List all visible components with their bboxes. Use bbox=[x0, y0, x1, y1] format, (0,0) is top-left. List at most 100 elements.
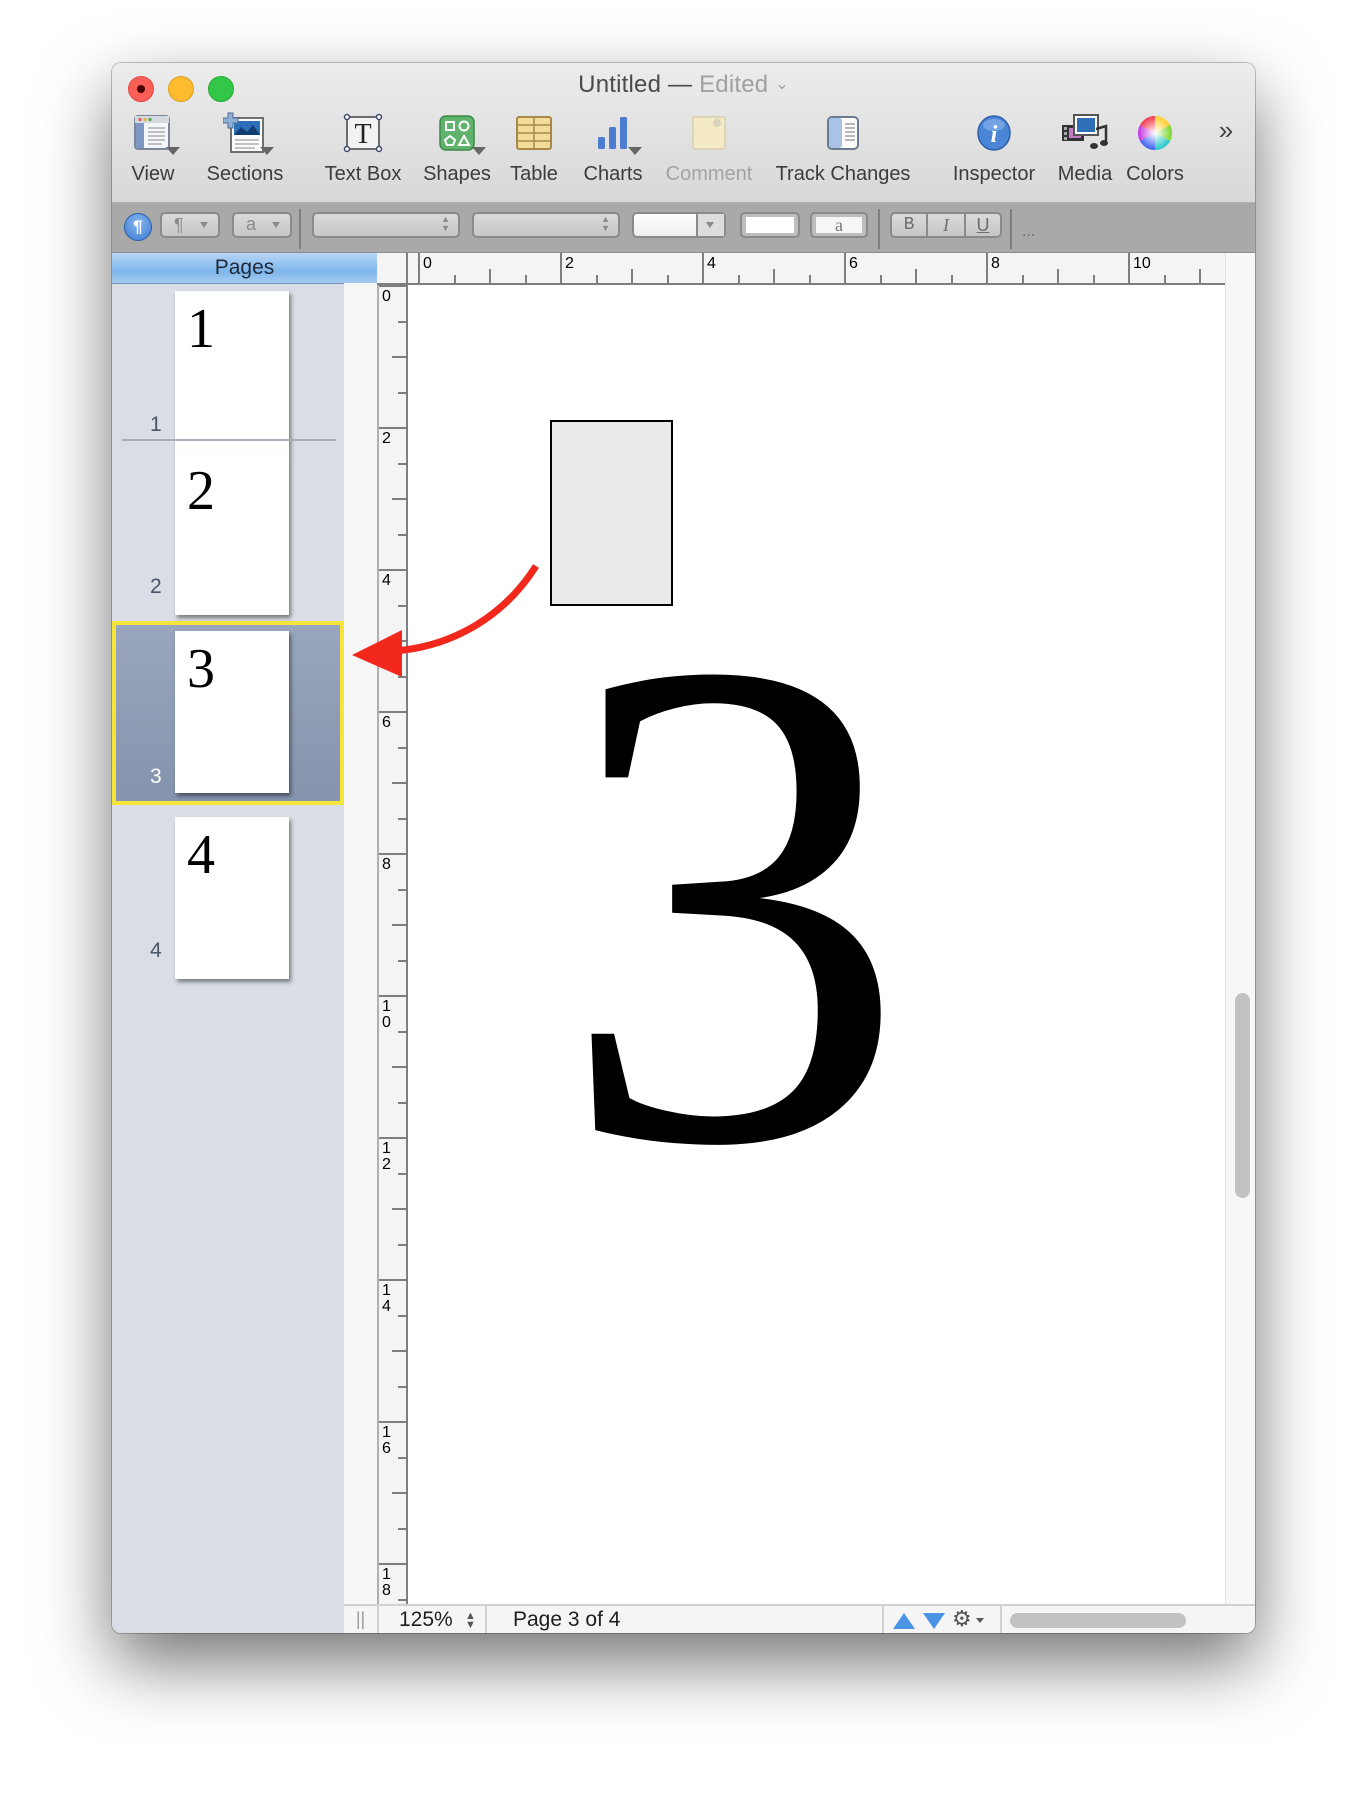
shapes-icon bbox=[439, 115, 475, 151]
toolbar-colors-label: Colors bbox=[1126, 163, 1184, 185]
dropdown-caret-icon bbox=[166, 147, 180, 155]
next-page-arrow-icon[interactable] bbox=[922, 1612, 946, 1630]
toolbar-view-label: View bbox=[131, 163, 175, 185]
dropdown-caret-icon bbox=[472, 147, 486, 155]
ruler-tick bbox=[453, 275, 456, 283]
ruler-label: 12 bbox=[382, 1140, 391, 1173]
toolbar-colors-button[interactable]: Colors bbox=[1122, 109, 1188, 199]
zoom-level-control[interactable]: 125% ▲ ▼ bbox=[377, 1606, 485, 1633]
svg-text:T: T bbox=[354, 119, 371, 150]
toolbar-table-button[interactable]: Table bbox=[504, 109, 564, 199]
font-family-popup[interactable]: ▲ ▼ bbox=[312, 212, 460, 238]
vertical-scroll-thumb[interactable] bbox=[1235, 993, 1250, 1198]
window-title[interactable]: Untitled — Edited ⌄ bbox=[112, 71, 1255, 99]
ruler-tick bbox=[398, 1172, 406, 1175]
ruler-tick bbox=[398, 533, 406, 536]
font-typeface-popup[interactable]: ▲ ▼ bbox=[472, 212, 620, 238]
page-number-text[interactable]: 3 bbox=[558, 553, 908, 1253]
view-icon bbox=[134, 115, 170, 150]
page-thumbnail-4[interactable]: 4 4 bbox=[112, 809, 344, 979]
ruler-tick bbox=[379, 1279, 406, 1281]
character-style-popup[interactable]: a bbox=[232, 212, 292, 238]
previous-page-arrow-icon[interactable] bbox=[892, 1612, 916, 1630]
more-format-options-button[interactable]: ... bbox=[1022, 223, 1035, 241]
ruler-tick bbox=[773, 269, 775, 283]
page-indicator: Page 3 of 4 bbox=[485, 1606, 759, 1633]
toolbar-comment-label: Comment bbox=[665, 163, 753, 185]
page-number-label: 2 bbox=[150, 575, 162, 598]
dropdown-caret-icon bbox=[272, 222, 280, 228]
ruler-tick bbox=[702, 253, 704, 283]
ruler-tick bbox=[1092, 275, 1095, 283]
paragraph-styles-button[interactable]: ¶ bbox=[124, 213, 152, 241]
horizontal-ruler[interactable]: 0 2 4 6 8 10 bbox=[408, 253, 1232, 285]
toolbar-text-box-button[interactable]: T Text Box bbox=[320, 109, 406, 199]
media-icon bbox=[1062, 114, 1108, 149]
ruler-tick bbox=[879, 275, 882, 283]
page-count-label: Page 3 of 4 bbox=[513, 1608, 621, 1631]
ruler-tick bbox=[379, 1137, 406, 1139]
ruler-tick bbox=[915, 269, 917, 283]
ruler-tick bbox=[398, 1314, 406, 1317]
title-bar: Untitled — Edited ⌄ View Sections T Text… bbox=[112, 63, 1255, 203]
page-thumbnail-1[interactable]: 1 1 bbox=[112, 283, 344, 453]
divider bbox=[1010, 209, 1012, 249]
ruler-tick bbox=[418, 253, 420, 283]
toolbar-media-button[interactable]: Media bbox=[1050, 109, 1120, 199]
horizontal-scroll-thumb[interactable] bbox=[1010, 1613, 1186, 1628]
underline-button[interactable]: U bbox=[964, 212, 1002, 238]
ruler-tick bbox=[398, 462, 406, 465]
font-size-combo[interactable] bbox=[632, 212, 726, 238]
toolbar-comment-button[interactable]: Comment bbox=[662, 109, 756, 199]
ruler-tick bbox=[1128, 253, 1130, 283]
ruler-tick bbox=[379, 853, 406, 855]
ruler-tick bbox=[398, 320, 406, 323]
toolbar-charts-button[interactable]: Charts bbox=[578, 109, 648, 199]
ruler-tick bbox=[379, 711, 406, 713]
ruler-tick bbox=[379, 427, 406, 429]
text-color-well[interactable]: a bbox=[810, 212, 868, 238]
ruler-tick bbox=[398, 746, 406, 749]
status-bar: || 125% ▲ ▼ Page 3 of 4 ⚙ bbox=[344, 1604, 1255, 1633]
sidebar-divider[interactable] bbox=[344, 283, 377, 1633]
ruler-tick bbox=[398, 675, 406, 678]
paragraph-style-popup[interactable]: ¶ bbox=[160, 212, 220, 238]
page-separator bbox=[122, 439, 336, 441]
text-box-icon: T bbox=[343, 113, 383, 153]
toolbar-inspector-button[interactable]: i Inspector bbox=[946, 109, 1042, 199]
page-number-label: 4 bbox=[150, 939, 162, 962]
highlight-color-well[interactable] bbox=[740, 212, 800, 238]
bold-button[interactable]: B bbox=[890, 212, 928, 238]
toolbar-shapes-button[interactable]: Shapes bbox=[420, 109, 494, 199]
ruler-label: 2 bbox=[382, 430, 391, 447]
vertical-ruler[interactable]: 0 2 4 6 8 10 12 14 16 18 bbox=[377, 285, 408, 1605]
vertical-scrollbar[interactable] bbox=[1225, 253, 1255, 1605]
dropdown-caret-icon bbox=[628, 147, 642, 155]
ruler-tick bbox=[844, 253, 846, 283]
pages-window: Untitled — Edited ⌄ View Sections T Text… bbox=[112, 63, 1255, 1633]
dropdown-caret-icon bbox=[260, 147, 274, 155]
comment-icon bbox=[692, 116, 726, 150]
dropdown-caret-icon bbox=[976, 1618, 984, 1623]
charts-icon bbox=[598, 117, 627, 149]
toolbar-track-changes-button[interactable]: Track Changes bbox=[770, 109, 916, 199]
toolbar-overflow-button[interactable]: » bbox=[1210, 115, 1242, 205]
svg-text:i: i bbox=[991, 122, 998, 148]
document-canvas[interactable]: 3 bbox=[408, 285, 1225, 1605]
toolbar-sections-button[interactable]: Sections bbox=[204, 109, 286, 199]
ruler-tick bbox=[379, 285, 406, 287]
page-navigation: ⚙ bbox=[882, 1606, 1000, 1633]
page-thumbnail-2[interactable]: 2 2 bbox=[112, 445, 344, 615]
ruler-tick bbox=[666, 275, 669, 283]
ellipsis-icon: ... bbox=[1022, 223, 1036, 240]
sidebar-resize-grip[interactable]: || bbox=[344, 1606, 377, 1633]
ruler-tick bbox=[398, 604, 406, 607]
italic-button[interactable]: I bbox=[926, 212, 966, 238]
toolbar-view-button[interactable]: View bbox=[122, 109, 184, 199]
page-thumbnail-image: 4 bbox=[175, 817, 289, 979]
underline-icon: U bbox=[976, 215, 990, 235]
ruler-tick bbox=[950, 275, 953, 283]
horizontal-scrollbar[interactable] bbox=[1000, 1606, 1255, 1633]
ruler-tick bbox=[392, 1066, 406, 1068]
gear-icon[interactable]: ⚙ bbox=[952, 1605, 972, 1632]
